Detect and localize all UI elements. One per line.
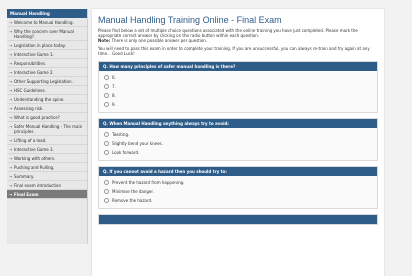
sidebar-item-summary[interactable]: Summary. <box>7 172 87 181</box>
question-header: Q. How many principles of safer manual h… <box>99 62 377 71</box>
answer-option[interactable]: Look forward. <box>99 148 377 157</box>
page-frame: Manual Handling Welcome to Manual Handli… <box>0 0 412 276</box>
radio-button[interactable] <box>104 93 109 98</box>
sidebar-item-main-principles[interactable]: Safer Manual Handling - The main princip… <box>7 122 87 136</box>
sidebar-item-working-with-others[interactable]: Working with others. <box>7 154 87 163</box>
sidebar-item-final-exam[interactable]: Final Exam <box>7 190 87 199</box>
intro-line-1: Please find below a set of multiple choi… <box>98 28 358 38</box>
radio-button[interactable] <box>104 102 109 107</box>
answer-label: 8. <box>112 93 116 98</box>
radio-button[interactable] <box>104 75 109 80</box>
sidebar-item-game-1[interactable]: Interactive Game 1. <box>7 50 87 59</box>
sidebar-item-hsc-guidelines[interactable]: HSC Guidelines. <box>7 86 87 95</box>
sidebar-item-spine[interactable]: Understanding the spine. <box>7 95 87 104</box>
radio-button[interactable] <box>104 84 109 89</box>
question-card: Q. How many principles of safer manual h… <box>98 61 378 113</box>
answer-label: 9. <box>112 102 116 107</box>
answer-label: Slightly bend your knees. <box>112 141 163 146</box>
note-label: Note: <box>98 38 111 43</box>
intro-line-2: You will need to pass this exam in order… <box>98 46 370 56</box>
answer-option[interactable]: Remove the hazard. <box>99 196 377 205</box>
sidebar-item-game-3[interactable]: Interactive Game 3. <box>7 145 87 154</box>
radio-button[interactable] <box>104 180 109 185</box>
answer-option[interactable]: Twisting. <box>99 130 377 139</box>
sidebar-item-responsibilities[interactable]: Responsibilities. <box>7 59 87 68</box>
answer-option[interactable]: 8. <box>99 91 377 100</box>
answer-label: 6. <box>112 75 116 80</box>
sidebar-item-game-2[interactable]: Interactive Game 2. <box>7 68 87 77</box>
sidebar-list: Welcome to Manual Handling. Why the conc… <box>7 18 87 199</box>
sidebar-item-why-concern[interactable]: Why the concern over Manual Handling? <box>7 27 87 41</box>
radio-button[interactable] <box>104 141 109 146</box>
answer-label: Twisting. <box>112 132 130 137</box>
radio-button[interactable] <box>104 189 109 194</box>
page-title: Manual Handling Training Online - Final … <box>98 15 282 25</box>
answer-label: Prevent the hazard from happening. <box>112 180 185 185</box>
answer-option[interactable]: 7. <box>99 82 377 91</box>
question-card: Q. When Manual Handling anything always … <box>98 118 378 161</box>
sidebar-item-other-legislation[interactable]: Other Supporting Legislation. <box>7 77 87 86</box>
answer-option[interactable]: Minimise the danger. <box>99 187 377 196</box>
answer-option[interactable]: Slightly bend your knees. <box>99 139 377 148</box>
answer-label: 7. <box>112 84 116 89</box>
question-header-next <box>99 215 377 224</box>
sidebar-header: Manual Handling <box>7 9 87 18</box>
sidebar-item-assessing-risk[interactable]: Assessing risk. <box>7 104 87 113</box>
main-content: Manual Handling Training Online - Final … <box>92 9 384 276</box>
radio-button[interactable] <box>104 132 109 137</box>
question-card: Q. If you cannot avoid a hazard then you… <box>98 166 378 209</box>
sidebar-item-pushing-pulling[interactable]: Pushing and Pulling. <box>7 163 87 172</box>
answer-option[interactable]: 6. <box>99 73 377 82</box>
intro-text: Please find below a set of multiple choi… <box>98 28 378 43</box>
sidebar-item-legislation[interactable]: Legislation in place today. <box>7 41 87 50</box>
question-header: Q. If you cannot avoid a hazard then you… <box>99 167 377 176</box>
sidebar-item-good-practice[interactable]: What is good practice? <box>7 113 87 122</box>
sidebar: Manual Handling Welcome to Manual Handli… <box>7 9 88 244</box>
sidebar-item-welcome[interactable]: Welcome to Manual Handling. <box>7 18 87 27</box>
answer-label: Look forward. <box>112 150 140 155</box>
answer-option[interactable]: Prevent the hazard from happening. <box>99 178 377 187</box>
question-card-next <box>98 214 378 225</box>
note-text: There is only one possible answer per qu… <box>111 38 208 43</box>
sidebar-item-lifting[interactable]: Lifting of a load. <box>7 136 87 145</box>
answer-label: Remove the hazard. <box>112 198 153 203</box>
question-header: Q. When Manual Handling anything always … <box>99 119 377 128</box>
answer-option[interactable]: 9. <box>99 100 377 109</box>
answer-label: Minimise the danger. <box>112 189 154 194</box>
radio-button[interactable] <box>104 198 109 203</box>
sidebar-item-exam-intro[interactable]: Final exam introduction <box>7 181 87 190</box>
radio-button[interactable] <box>104 150 109 155</box>
